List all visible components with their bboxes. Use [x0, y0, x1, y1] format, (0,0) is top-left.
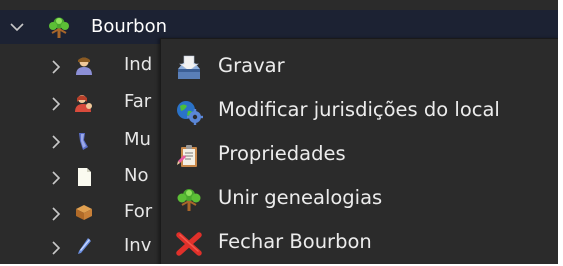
- tree-item-notes[interactable]: No: [0, 162, 160, 192]
- source-icon: [76, 205, 92, 220]
- globe-gear-icon: [177, 101, 203, 125]
- menu-item-label: Modificar jurisdições do local: [218, 98, 500, 121]
- tree-item-individuals[interactable]: Ind: [0, 51, 160, 81]
- chevron-down-icon[interactable]: [10, 22, 24, 32]
- family-tree-panel: Bourbon Ind Far Mu No For Inv Gravar Mod…: [0, 0, 558, 264]
- family-tree-icon: [49, 17, 69, 38]
- chevron-right-icon[interactable]: [51, 135, 61, 149]
- tree-item-label: Ind: [124, 54, 153, 75]
- menu-item-close-tree[interactable]: Fechar Bourbon: [161, 221, 558, 264]
- tree-item-sources[interactable]: For: [0, 198, 160, 228]
- menu-item-save[interactable]: Gravar: [161, 45, 558, 89]
- merge-tree-icon: [177, 189, 201, 211]
- tree-item-label: Far: [124, 91, 152, 112]
- menu-item-merge-genealogies[interactable]: Unir genealogias: [161, 177, 558, 221]
- chevron-right-icon[interactable]: [51, 97, 61, 111]
- properties-icon: [177, 145, 197, 167]
- tree-item-label: No: [124, 165, 149, 186]
- tree-item-investigations[interactable]: Inv: [0, 232, 160, 262]
- save-icon: [178, 55, 200, 79]
- tree-item-label: Mu: [124, 129, 151, 150]
- tree-item-label: For: [124, 201, 153, 222]
- tree-root-label: Bourbon: [91, 16, 168, 37]
- menu-item-label: Gravar: [218, 54, 285, 77]
- tree-item-label: Inv: [124, 235, 152, 256]
- close-icon: [176, 232, 202, 256]
- chevron-right-icon[interactable]: [51, 171, 61, 185]
- menu-item-label: Unir genealogias: [218, 186, 383, 209]
- note-icon: [78, 168, 91, 186]
- tree-item-media[interactable]: Mu: [0, 126, 160, 156]
- person-icon: [76, 57, 92, 75]
- menu-item-modify-place-jurisdictions[interactable]: Modificar jurisdições do local: [161, 89, 558, 133]
- menu-item-label: Fechar Bourbon: [218, 230, 372, 253]
- family-icon: [75, 95, 92, 112]
- context-menu: Gravar Modificar jurisdições do local Pr…: [160, 38, 558, 264]
- chevron-right-icon[interactable]: [51, 241, 61, 255]
- tree-item-families[interactable]: Far: [0, 88, 160, 118]
- menu-item-properties[interactable]: Propriedades: [161, 133, 558, 177]
- investigation-icon: [78, 238, 91, 254]
- chevron-right-icon[interactable]: [51, 60, 61, 74]
- chevron-right-icon[interactable]: [51, 207, 61, 221]
- menu-item-label: Propriedades: [218, 142, 346, 165]
- media-icon: [79, 133, 88, 150]
